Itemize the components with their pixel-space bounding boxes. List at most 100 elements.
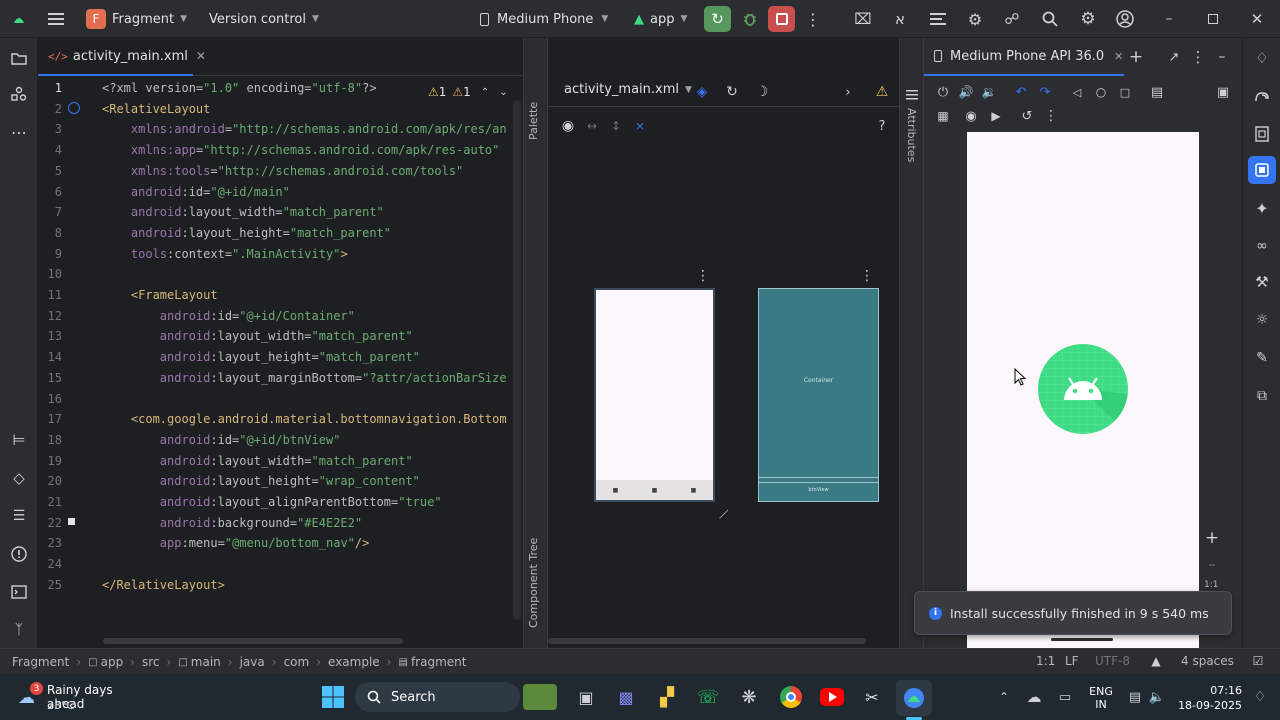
code-line[interactable]: 16: [38, 389, 522, 409]
tab-device[interactable]: Medium Phone API 36.0 ✕: [924, 38, 1124, 76]
chrome-icon[interactable]: [780, 686, 802, 708]
problems-icon[interactable]: [5, 540, 33, 568]
input-language[interactable]: ENG IN: [1086, 685, 1116, 711]
code-style-icon[interactable]: ▲: [1148, 653, 1164, 669]
close-tab-icon[interactable]: ✕: [1114, 50, 1123, 63]
breadcrumb-item[interactable]: com: [284, 655, 310, 669]
code-line[interactable]: 24: [38, 554, 522, 574]
read-only-lock-icon[interactable]: ☑: [1250, 653, 1266, 669]
code-line[interactable]: 11 <FrameLayout: [38, 285, 522, 305]
code-line[interactable]: 4 xmlns:app="http://schemas.android.com/…: [38, 140, 522, 160]
emulator-screen[interactable]: [967, 132, 1199, 648]
logcat-icon[interactable]: [927, 8, 949, 30]
code-line[interactable]: 1 <?xml version="1.0" encoding="utf-8"?>: [38, 78, 522, 98]
more-tool-windows-icon[interactable]: ⋯: [5, 118, 33, 146]
file-explorer-icon[interactable]: ▞: [655, 685, 679, 709]
clipboard-icon[interactable]: ⧉: [1248, 382, 1276, 410]
breadcrumb-item[interactable]: src: [142, 655, 160, 669]
code-line[interactable]: 5 xmlns:tools="http://schemas.android.co…: [38, 161, 522, 181]
reset-icon[interactable]: ↺: [1018, 106, 1036, 126]
device-selector[interactable]: Medium Phone ▼: [480, 0, 608, 38]
breadcrumb-item[interactable]: Fragment: [12, 655, 69, 669]
code-line[interactable]: 6 android:id="@+id/main": [38, 182, 522, 202]
project-selector[interactable]: F Fragment ▼: [86, 0, 187, 38]
home-icon[interactable]: ○: [1092, 82, 1110, 102]
gradle-icon[interactable]: [1248, 82, 1276, 110]
code-line[interactable]: 19 android:layout_width="match_parent": [38, 451, 522, 471]
search-highlight-icon[interactable]: [523, 684, 557, 710]
volume-down-icon[interactable]: 🔉: [980, 82, 998, 102]
weather-widget[interactable]: ☁ 3 Rainy days ahead 23°C: [14, 682, 144, 714]
code-line[interactable]: 22 android:background="#E4E2E2": [38, 513, 522, 533]
code-line[interactable]: 12 android:id="@+id/Container": [38, 306, 522, 326]
code-line[interactable]: 13 android:layout_width="match_parent": [38, 326, 522, 346]
chevron-right-icon[interactable]: ›: [838, 82, 858, 102]
main-menu-icon[interactable]: [44, 0, 68, 38]
pan-horizontal-icon[interactable]: ↔: [582, 116, 602, 136]
device-manager-icon[interactable]: ☍: [1001, 8, 1023, 30]
help-icon[interactable]: ?: [872, 116, 892, 136]
close-tab-icon[interactable]: ✕: [196, 49, 206, 63]
breadcrumb-item[interactable]: fragment: [411, 655, 467, 669]
resize-handle[interactable]: ―: [714, 503, 734, 523]
volume-icon[interactable]: 🔈: [1148, 688, 1166, 706]
blueprint-options-icon[interactable]: ⋮: [860, 268, 874, 284]
install-notification[interactable]: i Install successfully finished in 9 s 5…: [914, 591, 1232, 635]
more-device-actions-icon[interactable]: ⋮: [1042, 106, 1060, 126]
close-window-icon[interactable]: ✕: [1246, 8, 1268, 30]
notifications-bell-icon[interactable]: ♢: [1248, 44, 1276, 72]
design-preview[interactable]: ■ ■ ■: [594, 288, 715, 502]
whatsapp-icon[interactable]: ☏: [696, 685, 720, 709]
debug-icon[interactable]: [739, 6, 761, 32]
back-icon[interactable]: ◁: [1068, 82, 1086, 102]
code-line[interactable]: 20 android:layout_height="wrap_content": [38, 471, 522, 491]
device-file-explorer-icon[interactable]: [1248, 120, 1276, 148]
code-line[interactable]: 8 android:layout_height="match_parent": [38, 223, 522, 243]
code-line[interactable]: 10: [38, 264, 522, 284]
color-swatch-icon[interactable]: [68, 518, 75, 525]
more-options-icon[interactable]: ⋮: [1188, 46, 1208, 68]
horizontal-scrollbar[interactable]: [103, 638, 403, 644]
running-devices-icon[interactable]: [1248, 156, 1276, 184]
rotate-left-icon[interactable]: ↶: [1012, 82, 1030, 102]
project-folder-icon[interactable]: [5, 44, 33, 72]
stop-icon[interactable]: [768, 6, 795, 32]
breadcrumb-item[interactable]: example: [328, 655, 380, 669]
screenshot-camera-icon[interactable]: ◉: [962, 106, 980, 126]
device-manager-icon[interactable]: ▦: [934, 106, 952, 126]
account-icon[interactable]: [1114, 8, 1136, 30]
attributes-label[interactable]: Attributes: [905, 108, 918, 162]
vertical-scrollbar[interactable]: [513, 100, 521, 620]
translate-icon[interactable]: א: [889, 8, 911, 30]
taskbar-search[interactable]: Search: [355, 682, 520, 712]
network-icon[interactable]: ▤: [1126, 688, 1144, 706]
caret-position[interactable]: 1:1: [1036, 654, 1055, 668]
magnet-icon[interactable]: ⨯: [630, 116, 650, 136]
git-branch-icon[interactable]: ᛉ: [5, 616, 33, 644]
volume-up-icon[interactable]: 🔊: [957, 82, 975, 102]
task-view-icon[interactable]: ▣: [574, 685, 598, 709]
show-hidden-icons-chevron-icon[interactable]: ⌃: [995, 688, 1013, 706]
ai-sparkle-icon[interactable]: ✦: [1248, 194, 1276, 222]
snipping-tool-icon[interactable]: ✂: [860, 685, 884, 709]
design-horizontal-scrollbar[interactable]: [548, 638, 866, 644]
code-line[interactable]: 17 <com.google.android.material.bottomna…: [38, 409, 522, 429]
more-actions-icon[interactable]: ⋮: [803, 6, 823, 32]
clock[interactable]: 07:16 18-09-2025: [1176, 683, 1242, 713]
code-line[interactable]: 3 xmlns:android="http://schemas.android.…: [38, 119, 522, 139]
power-icon[interactable]: ⏻: [934, 82, 952, 102]
device-explorer-icon[interactable]: ☼: [1248, 306, 1276, 334]
app-quality-insights-icon[interactable]: ☰: [5, 502, 33, 530]
youtube-icon[interactable]: [820, 688, 844, 706]
terminal-icon[interactable]: [5, 578, 33, 606]
teams-icon[interactable]: ▩: [614, 685, 638, 709]
code-line[interactable]: 21 android:layout_alignParentBottom="tru…: [38, 492, 522, 512]
build-hammer-icon[interactable]: ⊨: [5, 426, 33, 454]
code-line[interactable]: 18 android:id="@+id/btnView": [38, 430, 522, 450]
code-line[interactable]: 7 android:layout_width="match_parent": [38, 202, 522, 222]
onedrive-cloud-icon[interactable]: ☁: [1024, 688, 1044, 706]
view-options-eye-icon[interactable]: ◉: [558, 116, 578, 136]
notification-center-bell-icon[interactable]: ♢: [1250, 688, 1270, 706]
connection-link-icon[interactable]: ∞: [1248, 232, 1276, 260]
search-icon[interactable]: [1039, 8, 1061, 30]
